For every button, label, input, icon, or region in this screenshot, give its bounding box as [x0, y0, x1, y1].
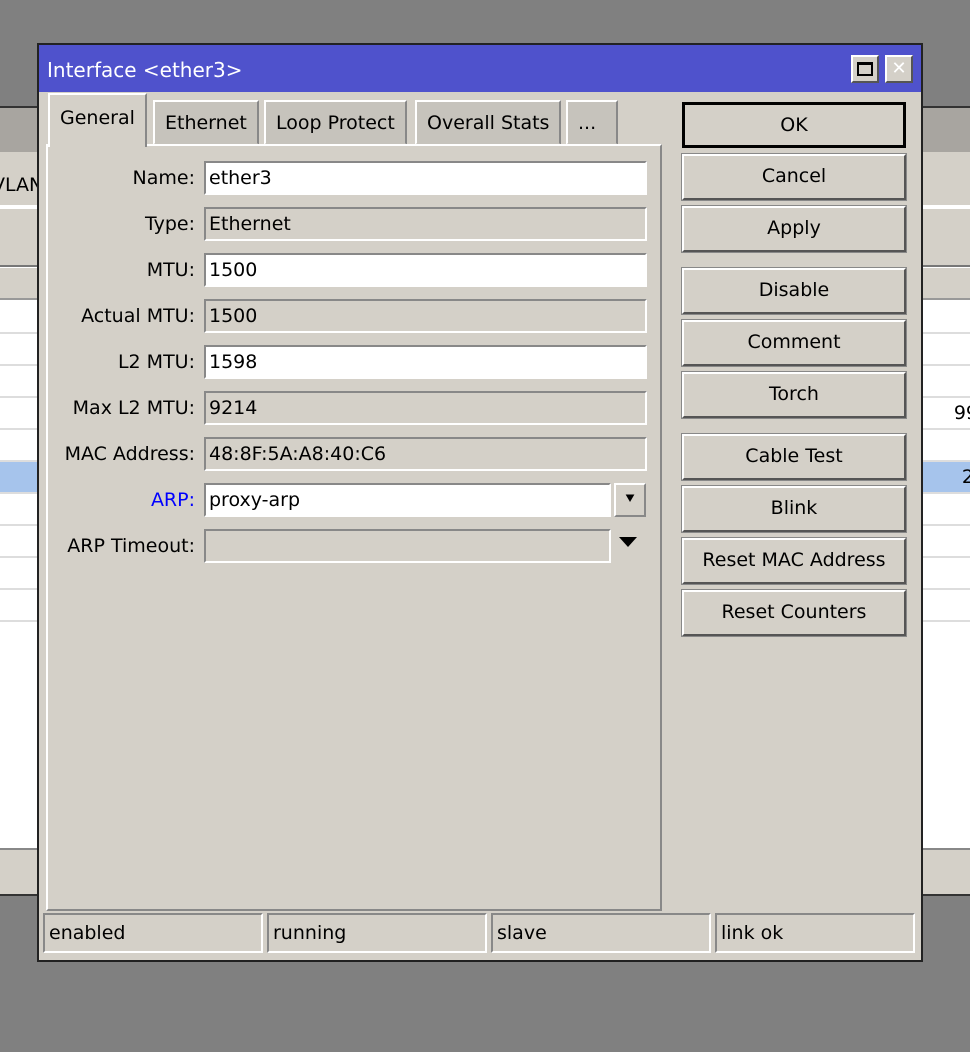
- max-l2-mtu-field: 9214: [204, 391, 647, 425]
- tab-overall-stats[interactable]: Overall Stats: [415, 100, 562, 145]
- name-input[interactable]: ether3: [204, 161, 647, 195]
- mtu-input[interactable]: 1500: [204, 253, 647, 287]
- name-label: Name:: [132, 167, 195, 189]
- expand-arrow-icon[interactable]: [619, 537, 637, 547]
- arp-dropdown-button[interactable]: ⯆: [614, 483, 646, 517]
- max-l2-mtu-label: Max L2 MTU:: [72, 397, 195, 419]
- tab-more[interactable]: ...: [566, 100, 618, 145]
- tab-label: Overall Stats: [427, 112, 550, 134]
- tab-label: Ethernet: [165, 112, 247, 134]
- tab-label: Loop Protect: [276, 112, 395, 134]
- apply-button[interactable]: Apply: [681, 205, 907, 253]
- arp-label[interactable]: ARP:: [0, 483, 195, 517]
- mac-address-label: MAC Address:: [64, 443, 195, 465]
- tab-label: ...: [578, 112, 597, 134]
- mac-address-field: 48:8F:5A:A8:40:C6: [204, 437, 647, 471]
- arp-timeout-field[interactable]: [204, 529, 611, 563]
- reset-counters-button[interactable]: Reset Counters: [681, 589, 907, 637]
- tab-loop-protect[interactable]: Loop Protect: [264, 100, 407, 145]
- arp-select[interactable]: proxy-arp: [204, 483, 611, 517]
- actual-mtu-field: 1500: [204, 299, 647, 333]
- actual-mtu-label: Actual MTU:: [81, 305, 195, 327]
- blink-button[interactable]: Blink: [681, 485, 907, 533]
- cancel-button[interactable]: Cancel: [681, 153, 907, 201]
- disable-button[interactable]: Disable: [681, 267, 907, 315]
- mtu-label: MTU:: [146, 259, 195, 281]
- dropdown-arrow-icon: ⯆: [623, 489, 637, 508]
- l2-mtu-label: L2 MTU:: [117, 351, 195, 373]
- bg-cell: 2: [961, 466, 970, 488]
- status-running: running: [267, 913, 487, 953]
- ok-button[interactable]: OK: [682, 102, 906, 148]
- dialog-titlebar[interactable]: Interface <ether3> ✕: [39, 45, 921, 92]
- close-button[interactable]: ✕: [885, 55, 913, 83]
- close-icon: ✕: [891, 58, 907, 79]
- torch-button[interactable]: Torch: [681, 371, 907, 419]
- maximize-icon: [857, 62, 873, 76]
- cable-test-button[interactable]: Cable Test: [681, 433, 907, 481]
- status-enabled: enabled: [43, 913, 263, 953]
- type-label: Type:: [144, 213, 195, 235]
- tab-label: General: [60, 107, 135, 129]
- bg-cell: 99: [953, 402, 970, 424]
- maximize-button[interactable]: [851, 55, 879, 83]
- type-field: Ethernet: [204, 207, 647, 241]
- comment-button[interactable]: Comment: [681, 319, 907, 367]
- l2-mtu-input[interactable]: 1598: [204, 345, 647, 379]
- interface-dialog: Interface <ether3> ✕ General Ethernet Lo…: [37, 43, 923, 962]
- arp-timeout-label: ARP Timeout:: [67, 535, 195, 557]
- tab-ethernet[interactable]: Ethernet: [153, 100, 259, 145]
- tab-general[interactable]: General: [48, 93, 147, 147]
- status-link: link ok: [715, 913, 915, 953]
- status-slave: slave: [491, 913, 711, 953]
- reset-mac-address-button[interactable]: Reset MAC Address: [681, 537, 907, 585]
- dialog-title: Interface <ether3>: [47, 58, 243, 82]
